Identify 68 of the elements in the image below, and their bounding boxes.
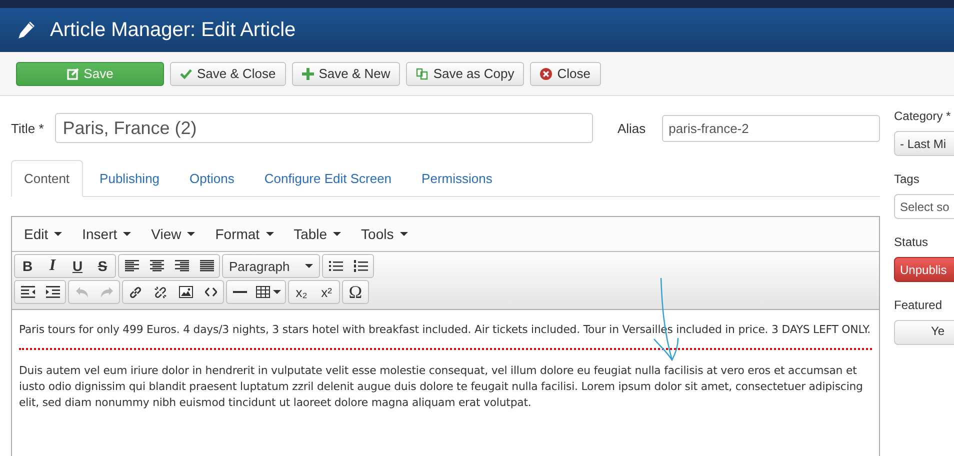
format-button[interactable]: B [15, 255, 40, 277]
tags-label: Tags [894, 172, 920, 187]
caret-icon [123, 232, 132, 236]
horizontal-line-icon [232, 290, 246, 294]
special-character-button[interactable]: Ω [343, 281, 368, 303]
menu-item[interactable]: Tools [355, 226, 414, 242]
toolbar-button[interactable]: Save & New [292, 62, 400, 86]
caret-icon [305, 264, 313, 268]
caret-icon [333, 232, 342, 236]
page-title: Article Manager: Edit Article [50, 18, 296, 42]
caret-icon [266, 232, 274, 236]
tab[interactable]: Content [11, 160, 83, 197]
caret-icon [273, 290, 281, 294]
tags-field[interactable]: Select so [894, 194, 954, 219]
numbered-list-icon [354, 260, 368, 272]
code-icon [204, 287, 216, 297]
featured-button[interactable]: Ye [894, 320, 954, 345]
image-icon [178, 286, 192, 298]
pencil-icon [16, 20, 36, 40]
tab[interactable]: Configure Edit Screen [251, 160, 405, 197]
caret-icon [187, 232, 196, 236]
title-field[interactable]: Paris, France (2) [54, 113, 594, 143]
link-icon [129, 286, 142, 298]
check-icon [180, 68, 192, 80]
caret-icon [400, 232, 408, 236]
body-paragraph: Duis autem vel eum iriure dolor in hendrerit in vulputate velit esse molestie consequat, vel illum dolore eu feugiat nulla facilisis at vero eros et accumsan et iusto odio dignissim qui blandit praesent luptatum zzril delenit augue duis dolore te feugait nulla facilisi. Lorem ipsum dolor sit amet, consectetuer adipiscing elit, sed diam nonummy nibh euismod tincidunt ut laoreet dolore magna aliquam erat volutpat. [19, 363, 864, 411]
indent-icon [46, 286, 60, 298]
script-button[interactable]: x₂ [289, 281, 314, 303]
menu-item[interactable]: View [145, 226, 202, 242]
undo-icon [76, 286, 88, 298]
toolbar-button[interactable]: Save & Close [170, 62, 286, 86]
format-button[interactable]: S [90, 255, 115, 277]
format-button[interactable]: U [65, 255, 90, 277]
align-icon [174, 260, 188, 272]
close-icon [540, 68, 552, 80]
menu-item[interactable]: Table [288, 226, 348, 242]
alias-field[interactable]: paris-france-2 [662, 114, 880, 142]
close-button[interactable]: Close [530, 62, 600, 86]
status-label: Status [894, 235, 928, 250]
category-dropdown[interactable]: - Last Mi [894, 131, 954, 156]
tab[interactable]: Permissions [408, 160, 506, 197]
align-icon [150, 260, 164, 272]
menu-item[interactable]: Edit [18, 226, 68, 242]
menu-item[interactable]: Insert [76, 226, 138, 242]
caret-icon [54, 232, 62, 236]
toolbar-button[interactable]: Save as Copy [406, 62, 524, 86]
bullet-list-icon [328, 260, 342, 272]
unlink-icon [154, 286, 167, 298]
status-button[interactable]: Unpublis [894, 257, 954, 282]
text-editor[interactable] [11, 216, 880, 456]
table-icon [256, 286, 270, 298]
copy-icon [416, 68, 428, 80]
tab[interactable]: Options [176, 160, 248, 197]
featured-label: Featured [894, 298, 942, 313]
paragraph-dropdown[interactable]: Paragraph [223, 255, 319, 277]
plus-icon [302, 68, 314, 80]
menu-item[interactable]: Format [209, 226, 280, 242]
align-icon [200, 260, 214, 272]
tab[interactable]: Publishing [86, 160, 173, 197]
alias-label: Alias [617, 120, 646, 136]
category-label: Category * [894, 109, 951, 124]
title-label: Title * [11, 120, 44, 136]
script-button[interactable]: x² [314, 281, 339, 303]
redo-icon [100, 286, 112, 298]
format-button[interactable]: I [40, 255, 65, 277]
align-icon [124, 260, 138, 272]
edit-icon [66, 68, 79, 80]
outdent-icon [20, 286, 34, 298]
